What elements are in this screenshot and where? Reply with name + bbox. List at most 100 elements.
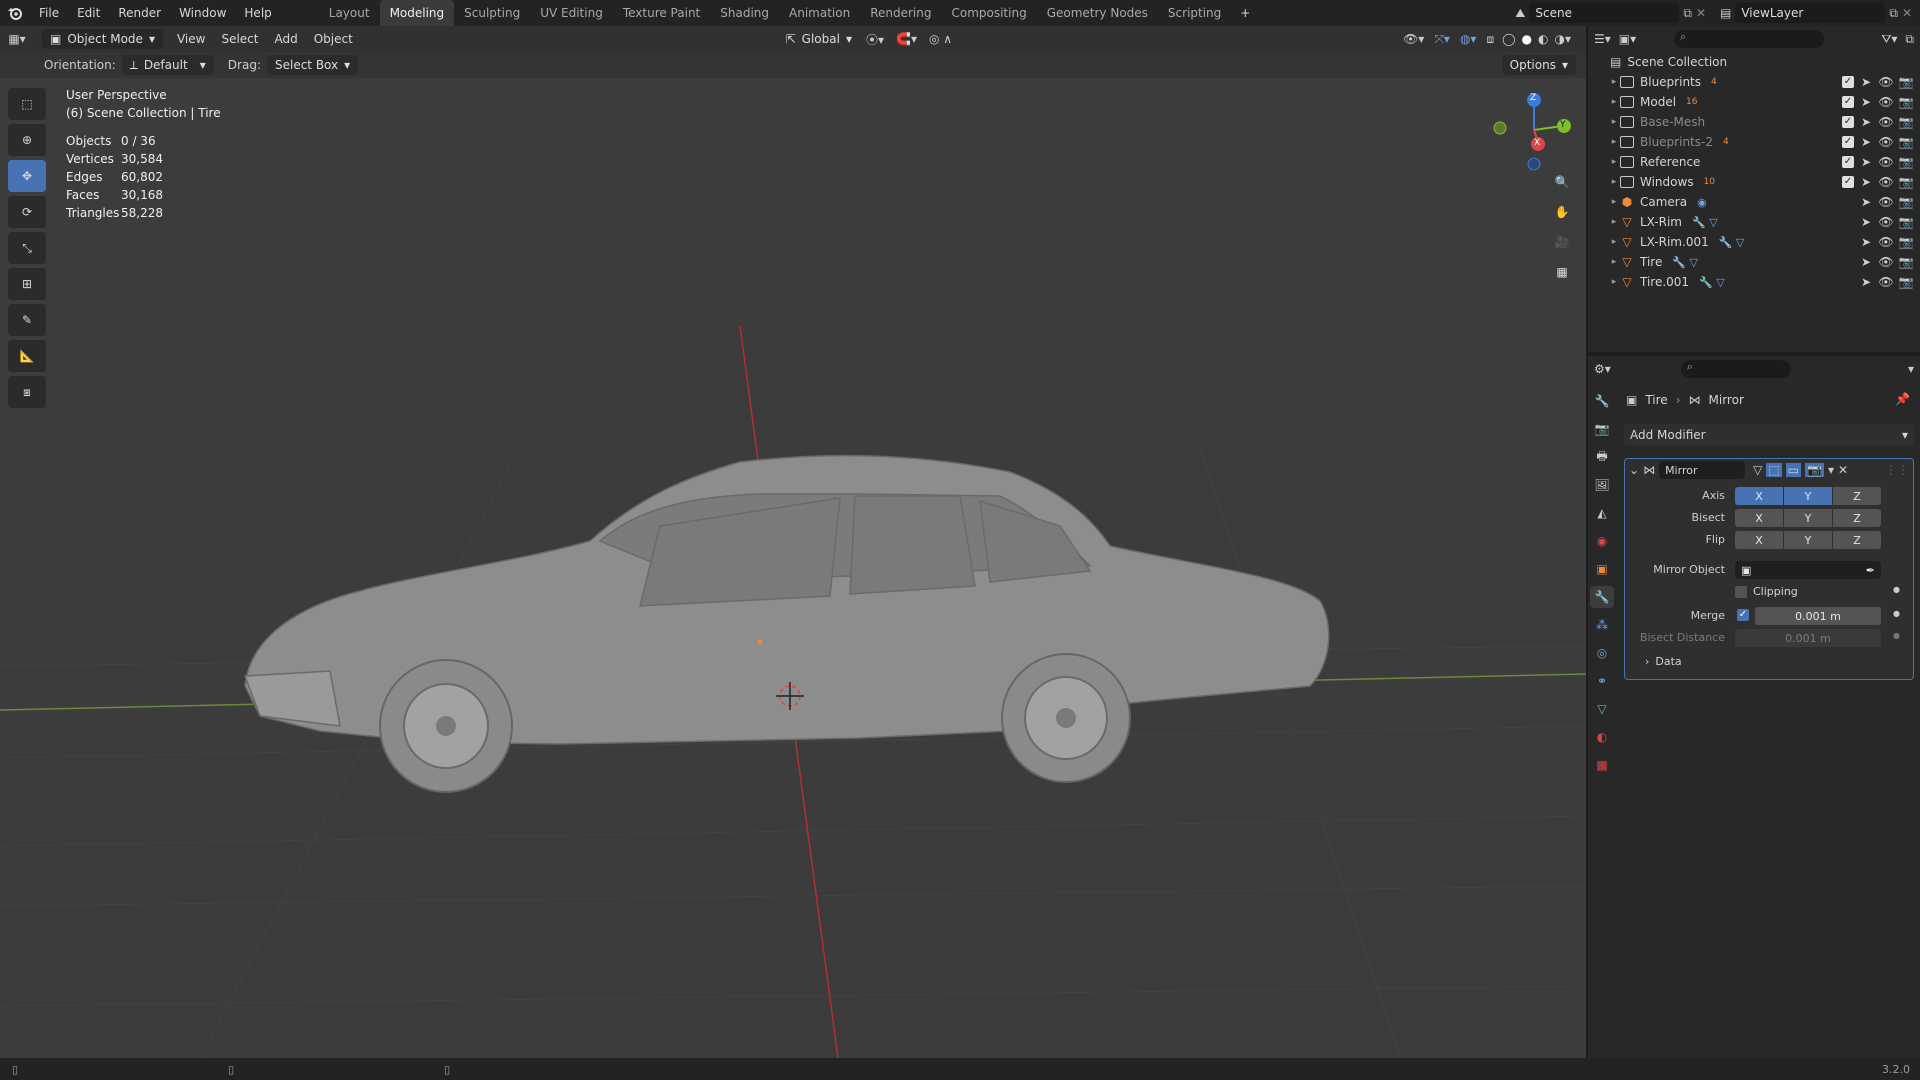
shading-solid-icon[interactable]: ● — [1519, 32, 1535, 46]
transform-orientation-dropdown[interactable]: ⇱ Global ▾ — [778, 29, 860, 49]
select-arrow-icon[interactable]: ➤ — [1858, 275, 1874, 289]
delete-scene-icon[interactable]: ✕ — [1696, 6, 1706, 20]
drag-dropdown[interactable]: Select Box ▾ — [266, 55, 359, 75]
eyedropper-icon[interactable]: ✒ — [1866, 564, 1875, 577]
tool-tab[interactable]: 🔧 — [1590, 390, 1614, 412]
camera-render-icon[interactable]: 📷 — [1898, 115, 1914, 129]
data-tab[interactable]: ▽ — [1590, 698, 1614, 720]
workspace-tab-compositing[interactable]: Compositing — [941, 0, 1036, 26]
select-arrow-icon[interactable]: ➤ — [1858, 95, 1874, 109]
outliner-search-input[interactable]: ⌕ — [1674, 30, 1825, 48]
select-arrow-icon[interactable]: ➤ — [1858, 215, 1874, 229]
filter-icon[interactable]: ⛛▾ — [1881, 32, 1897, 47]
workspace-tab-uv-editing[interactable]: UV Editing — [530, 0, 613, 26]
proportional-edit-icon[interactable]: ◎ ∧ — [923, 32, 958, 46]
options-dropdown[interactable]: Options ▾ — [1501, 55, 1576, 75]
expand-arrow-icon[interactable]: ▸ — [1608, 117, 1620, 127]
pivot-icon[interactable]: ⦿▾ — [860, 31, 890, 48]
axis-y-button[interactable]: Y — [1784, 487, 1832, 505]
texture-tab[interactable]: ▩ — [1590, 754, 1614, 776]
viewport-menu-object[interactable]: Object — [306, 32, 361, 46]
output-tab[interactable]: 🖶 — [1590, 446, 1614, 468]
menu-window[interactable]: Window — [170, 0, 235, 26]
camera-view-button[interactable]: 🎥 — [1548, 228, 1576, 256]
shading-wireframe-icon[interactable]: ◯ — [1499, 32, 1518, 46]
xray-icon[interactable]: ⧈ — [1481, 32, 1499, 47]
expand-arrow-icon[interactable]: ▸ — [1608, 157, 1620, 167]
new-viewlayer-icon[interactable]: ⧉ — [1889, 6, 1898, 21]
edit-mode-toggle-icon[interactable]: ▽ — [1753, 463, 1762, 477]
camera-render-icon[interactable]: 📷 — [1898, 175, 1914, 189]
bisect-x-button[interactable]: X — [1735, 509, 1783, 527]
clipping-checkbox[interactable]: Clipping — [1735, 585, 1798, 598]
pin-icon[interactable]: 📌 — [1895, 392, 1910, 406]
camera-render-icon[interactable]: 📷 — [1898, 235, 1914, 249]
exclude-checkbox[interactable]: ✓ — [1842, 96, 1854, 108]
merge-distance-field[interactable]: 0.001 m — [1755, 607, 1881, 625]
clipping-keyframe-dot[interactable]: ● — [1893, 585, 1900, 594]
camera-render-icon[interactable]: 📷 — [1898, 215, 1914, 229]
modifier-tab[interactable]: 🔧 — [1590, 586, 1614, 608]
eye-icon[interactable]: 👁 — [1878, 275, 1894, 289]
select-arrow-icon[interactable]: ➤ — [1858, 115, 1874, 129]
bisect-distance-keyframe-dot[interactable]: ● — [1893, 631, 1900, 640]
visibility-icon[interactable]: 👁▾ — [1398, 32, 1429, 46]
shading-material-icon[interactable]: ◐ — [1535, 32, 1551, 46]
rotate-tool[interactable]: ⟳ — [8, 196, 46, 228]
expand-arrow-icon[interactable]: ▸ — [1608, 177, 1620, 187]
flip-x-button[interactable]: X — [1735, 531, 1783, 549]
pan-button[interactable]: ✋ — [1548, 198, 1576, 226]
flip-z-button[interactable]: Z — [1833, 531, 1881, 549]
properties-search-input[interactable]: ⌕ — [1680, 360, 1791, 378]
outliner-item[interactable]: ▸ Base-Mesh ✓ ➤ 👁 📷 — [1588, 112, 1920, 132]
blender-logo-icon[interactable] — [0, 0, 30, 26]
viewport-menu-view[interactable]: View — [169, 32, 213, 46]
eye-icon[interactable]: 👁 — [1878, 115, 1894, 129]
workspace-tab-texture-paint[interactable]: Texture Paint — [613, 0, 710, 26]
outliner-item[interactable]: ▸ Blueprints 4 ✓ ➤ 👁 📷 — [1588, 72, 1920, 92]
menu-file[interactable]: File — [30, 0, 68, 26]
workspace-tab-scripting[interactable]: Scripting — [1158, 0, 1231, 26]
mode-dropdown[interactable]: ▣ Object Mode ▾ — [42, 29, 163, 49]
outliner-item[interactable]: ▸ ▽ Tire.001 🔧 ▽ ➤ 👁 📷 — [1588, 272, 1920, 292]
select-arrow-icon[interactable]: ➤ — [1858, 255, 1874, 269]
expand-arrow-icon[interactable]: ▸ — [1608, 237, 1620, 247]
new-scene-icon[interactable]: ⧉ — [1683, 6, 1692, 21]
render-tab[interactable]: 📷 — [1590, 418, 1614, 440]
scene-selector[interactable]: ⛰ Scene ⧉ ✕ — [1515, 3, 1706, 23]
perspective-toggle-button[interactable]: ▦ — [1548, 258, 1576, 286]
mirror-object-field[interactable]: ▣ ✒ — [1735, 561, 1881, 579]
select-arrow-icon[interactable]: ➤ — [1858, 75, 1874, 89]
axis-z-button[interactable]: Z — [1833, 487, 1881, 505]
expand-arrow-icon[interactable]: ▸ — [1608, 197, 1620, 207]
outliner-item[interactable]: ▸ ▽ Tire 🔧 ▽ ➤ 👁 📷 — [1588, 252, 1920, 272]
particles-tab[interactable]: ⁂ — [1590, 614, 1614, 636]
workspace-tab-sculpting[interactable]: Sculpting — [454, 0, 530, 26]
eye-icon[interactable]: 👁 — [1878, 195, 1894, 209]
select-arrow-icon[interactable]: ➤ — [1858, 235, 1874, 249]
camera-render-icon[interactable]: 📷 — [1898, 135, 1914, 149]
expand-arrow-icon[interactable]: ▸ — [1608, 217, 1620, 227]
eye-icon[interactable]: 👁 — [1878, 235, 1894, 249]
add-modifier-button[interactable]: Add Modifier ▾ — [1624, 424, 1914, 446]
outliner-item[interactable]: ▸ Model 16 ✓ ➤ 👁 📷 — [1588, 92, 1920, 112]
eye-icon[interactable]: 👁 — [1878, 255, 1894, 269]
viewlayer-name-field[interactable]: ViewLayer — [1735, 3, 1886, 23]
expand-arrow-icon[interactable]: ▸ — [1608, 137, 1620, 147]
drag-handle-icon[interactable]: ⋮⋮ — [1885, 463, 1909, 477]
expand-arrow-icon[interactable]: ▸ — [1608, 77, 1620, 87]
outliner-item[interactable]: ▸ ▽ LX-Rim 🔧 ▽ ➤ 👁 📷 — [1588, 212, 1920, 232]
camera-render-icon[interactable]: 📷 — [1898, 75, 1914, 89]
measure-tool[interactable]: 📐 — [8, 340, 46, 372]
menu-help[interactable]: Help — [235, 0, 280, 26]
render-toggle-icon[interactable]: 📷 — [1804, 463, 1824, 477]
expand-arrow-icon[interactable]: ▸ — [1608, 97, 1620, 107]
axis-x-button[interactable]: X — [1735, 487, 1783, 505]
cage-toggle-icon[interactable]: ⬚ — [1766, 463, 1782, 477]
select-arrow-icon[interactable]: ➤ — [1858, 175, 1874, 189]
collapse-icon[interactable]: ⌄ — [1629, 463, 1639, 477]
constraints-tab[interactable]: ⚭ — [1590, 670, 1614, 692]
add-workspace-button[interactable]: + — [1231, 0, 1259, 26]
display-mode-icon[interactable]: ▣▾ — [1619, 32, 1636, 46]
workspace-tab-geometry-nodes[interactable]: Geometry Nodes — [1037, 0, 1158, 26]
